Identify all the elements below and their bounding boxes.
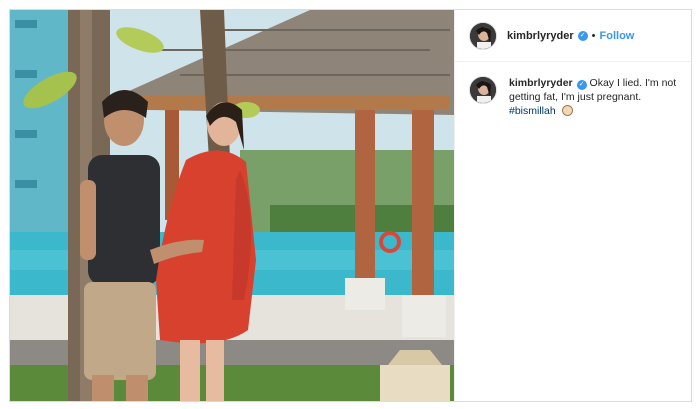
caption-comment: kimbrlyryder ✓ Okay I lied. I'm not getti… — [455, 62, 691, 118]
separator-dot: • — [591, 29, 596, 42]
avatar-image-icon — [470, 77, 496, 103]
photo-scene — [10, 10, 454, 401]
verified-badge-icon: ✓ — [576, 80, 587, 90]
caption-hashtag[interactable]: #bismillah — [509, 105, 556, 117]
avatar[interactable] — [469, 21, 497, 50]
caption-avatar[interactable] — [469, 76, 497, 104]
post-sidebar: kimbrlyryder ✓ • Follow kimbrlyryder ✓ Ok… — [454, 10, 691, 401]
instagram-post-embed: kimbrlyryder ✓ • Follow kimbrlyryder ✓ Ok… — [9, 9, 692, 402]
follow-button[interactable]: Follow — [600, 30, 635, 42]
post-username[interactable]: kimbrlyryder — [507, 30, 574, 42]
baby-face-emoji-icon — [561, 105, 573, 116]
post-photo[interactable] — [10, 10, 454, 401]
caption-username[interactable]: kimbrlyryder — [509, 77, 573, 89]
caption-text-block: kimbrlyryder ✓ Okay I lied. I'm not getti… — [509, 76, 689, 118]
verified-badge-icon: ✓ — [577, 30, 588, 41]
post-header: kimbrlyryder ✓ • Follow — [455, 10, 691, 62]
avatar-image-icon — [470, 22, 496, 49]
